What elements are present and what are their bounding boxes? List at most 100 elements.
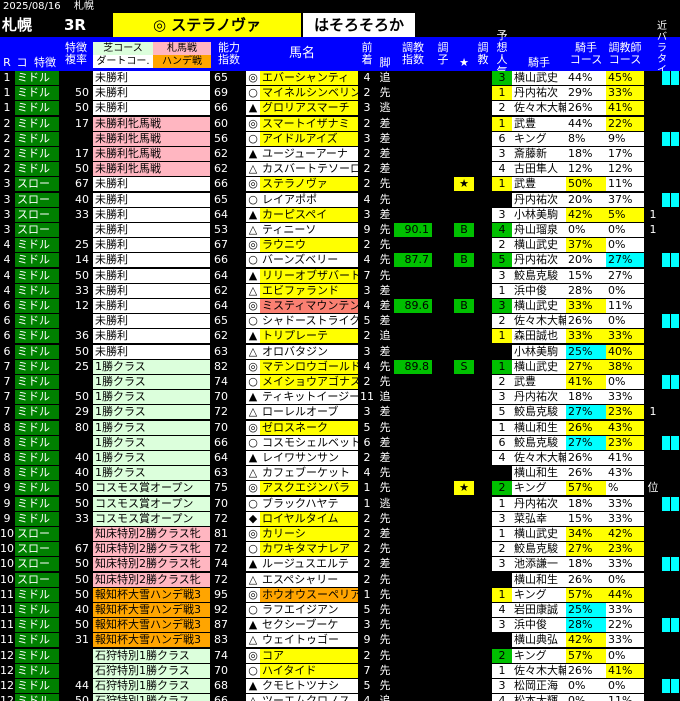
table-row[interactable]: 8 ミドル 40 1勝クラス 63 △ カフェブーケット 4 先 横山和生 26% 43% bbox=[0, 466, 680, 481]
cell-horse-name[interactable]: ハイタイド bbox=[260, 663, 358, 678]
cell-horse-name[interactable]: マイネルシンベリン bbox=[260, 86, 358, 101]
cell-horse-name[interactable]: ゼロスネーク bbox=[260, 420, 358, 435]
table-row[interactable]: 12 ミドル 44 石狩特別1勝クラス 68 ▲ クモヒトツナシ 5 先 3 松岡正海 0% 0% bbox=[0, 679, 680, 694]
cell-horse-name[interactable]: トリプレーテ bbox=[260, 329, 358, 344]
cell-horse-name[interactable]: ツーエムクロノス bbox=[260, 694, 358, 701]
cell-horse-name[interactable]: コア bbox=[260, 648, 358, 663]
cell-jockey[interactable]: 森田誠也 bbox=[512, 329, 566, 344]
cell-horse-name[interactable]: メイショウアゴナス bbox=[260, 375, 358, 389]
cell-horse-name[interactable]: コスモシェルベット bbox=[260, 435, 358, 450]
cell-jockey[interactable]: 横山和生 bbox=[512, 572, 566, 587]
cell-jockey[interactable]: 池添謙一 bbox=[512, 557, 566, 572]
cell-horse-name[interactable]: ラウニウ bbox=[260, 238, 358, 253]
cell-jockey[interactable]: 松岡正海 bbox=[512, 679, 566, 693]
cell-horse-name[interactable]: セクシーブーケ bbox=[260, 618, 358, 633]
cell-jockey[interactable]: 浜中俊 bbox=[512, 283, 566, 298]
table-row[interactable]: 10 スロー 50 知床特別2勝クラス牝 72 △ エスペシャリー 2 先 横山和生 26% 0% bbox=[0, 572, 680, 588]
table-row[interactable]: 7 ミドル 50 1勝クラス 70 ▲ ティキットイージー 11 追 3 丹内祐次 18% 33% bbox=[0, 390, 680, 405]
cell-horse-name[interactable]: ステラノヴァ bbox=[260, 177, 358, 192]
cell-horse-name[interactable]: カフェブーケット bbox=[260, 466, 358, 481]
cell-jockey[interactable]: キング bbox=[512, 587, 566, 602]
table-row[interactable]: 7 ミドル 29 1勝クラス 72 △ ローレルオーブ 3 差 5 鮫島克駿 27% 23% 1 bbox=[0, 405, 680, 420]
cell-horse-name[interactable]: リリーオブザバート bbox=[260, 268, 358, 283]
cell-jockey[interactable]: 佐々木大輔 bbox=[512, 451, 566, 465]
table-row[interactable]: 3 スロー 未勝利 53 △ ティニーソ 9 先 90.1 B 4 舟山瑠泉 0% 0% 1 bbox=[0, 223, 680, 238]
cell-jockey[interactable]: 横山和生 bbox=[512, 420, 566, 435]
table-row[interactable]: 11 ミドル 31 報知杯大雪ハンデ戦3 83 △ ウェイトゥゴー 9 先 横山典弘 42% 33% bbox=[0, 633, 680, 648]
cell-horse-name[interactable]: アスクエジンバラ bbox=[260, 481, 358, 496]
table-row[interactable]: 1 ミドル 50 未勝利 69 ○ マイネルシンベリン 2 先 1 丹内祐次 29% 33% bbox=[0, 86, 680, 101]
cell-horse-name[interactable]: マテンロウゴールド bbox=[260, 359, 358, 374]
cell-jockey[interactable]: 丹内祐次 bbox=[512, 86, 566, 101]
table-row[interactable]: 6 ミドル 12 未勝利 64 ◎ ミスティマウンテン 4 差 89.6 B 3 横山武史 33% 11% bbox=[0, 299, 680, 314]
cell-horse-name[interactable]: ティキットイージー bbox=[260, 390, 358, 405]
table-row[interactable]: 4 ミドル 14 未勝利 66 ○ バーンズベリー 4 先 87.7 B 5 丹内祐次 20% 27% bbox=[0, 253, 680, 268]
cell-jockey[interactable]: 丹内祐次 bbox=[512, 192, 566, 207]
cell-horse-name[interactable]: ルージュスエルテ bbox=[260, 557, 358, 572]
cell-jockey[interactable]: 武豊 bbox=[512, 375, 566, 389]
cell-jockey[interactable]: 鮫島克駿 bbox=[512, 268, 566, 283]
cell-jockey[interactable]: 斎藤新 bbox=[512, 147, 566, 161]
cell-horse-name[interactable]: シャドーストライク bbox=[260, 314, 358, 329]
table-row[interactable]: 10 スロー 50 知床特別2勝クラス牝 74 ▲ ルージュスエルテ 2 差 3 池添謙一 18% 33… bbox=[0, 557, 680, 572]
table-row[interactable]: 9 ミドル 50 コスモス賞オープン 70 ○ ブラックハヤテ 1 逃 1 丹内祐次 18% 33% bbox=[0, 496, 680, 512]
cell-jockey[interactable]: 丹内祐次 bbox=[512, 496, 566, 511]
cell-jockey[interactable]: 佐々木大輔 bbox=[512, 663, 566, 678]
table-row[interactable]: 2 ミドル 50 未勝利牝馬戦 62 △ カスバートテソーロ 2 差 4 古田隼人 12% 12% bbox=[0, 162, 680, 177]
cell-horse-name[interactable]: ラフエイジアン bbox=[260, 603, 358, 617]
cell-jockey[interactable]: 武豊 bbox=[512, 116, 566, 131]
cell-jockey[interactable]: 菜弘幸 bbox=[512, 511, 566, 526]
table-row[interactable]: 7 ミドル 1勝クラス 74 ○ メイショウアゴナス 2 先 2 武豊 41% 0% bbox=[0, 375, 680, 390]
cell-jockey[interactable]: キング bbox=[512, 131, 566, 146]
table-row[interactable]: 8 ミドル 80 1勝クラス 70 ◎ ゼロスネーク 5 先 1 横山和生 26% 43% bbox=[0, 420, 680, 436]
cell-horse-name[interactable]: オロバタジン bbox=[260, 344, 358, 359]
table-row[interactable]: 8 ミドル 1勝クラス 66 ○ コスモシェルベット 6 差 6 鮫島克駿 27% 23% bbox=[0, 435, 680, 451]
cell-jockey[interactable]: 横山典弘 bbox=[512, 633, 566, 648]
table-row[interactable]: 4 ミドル 33 未勝利 62 △ エビファランド 3 差 1 浜中俊 28% 0% bbox=[0, 283, 680, 299]
table-row[interactable]: 6 ミドル 未勝利 65 ○ シャドーストライク 5 差 2 佐々木大輔 26% 0% bbox=[0, 314, 680, 329]
table-row[interactable]: 11 ミドル 50 報知杯大雪ハンデ戦3 95 ◎ ホウオウスーペリア 1 先 1 キング 57% 44… bbox=[0, 587, 680, 603]
table-row[interactable]: 4 ミドル 50 未勝利 64 ▲ リリーオブザバート 7 先 3 鮫島克駿 15% 27% bbox=[0, 268, 680, 284]
cell-horse-name[interactable]: エスペシャリー bbox=[260, 572, 358, 587]
cell-jockey[interactable]: 横山武史 bbox=[512, 238, 566, 253]
table-row[interactable]: 11 ミドル 40 報知杯大雪ハンデ戦3 92 ○ ラフエイジアン 5 先 4 岩田康誠 25% 33% bbox=[0, 603, 680, 618]
table-row[interactable]: 3 スロー 67 未勝利 66 ◎ ステラノヴァ 2 先 ★ 1 武豊 50% 11% bbox=[0, 177, 680, 192]
cell-jockey[interactable]: 丹内祐次 bbox=[512, 390, 566, 405]
cell-horse-name[interactable]: ミスティマウンテン bbox=[260, 299, 358, 313]
cell-horse-name[interactable]: エビファランド bbox=[260, 283, 358, 298]
cell-jockey[interactable]: 横山武史 bbox=[512, 71, 566, 85]
cell-jockey[interactable]: 佐々木大輔 bbox=[512, 314, 566, 329]
cell-horse-name[interactable]: アイドルアイズ bbox=[260, 131, 358, 146]
cell-horse-name[interactable]: ホウオウスーペリア bbox=[260, 587, 358, 602]
cell-horse-name[interactable]: エバーシャンティ bbox=[260, 71, 358, 85]
table-row[interactable]: 9 ミドル 50 コスモス賞オープン 75 ◎ アスクエジンバラ 1 先 ★ 2 キング 57%% 位 bbox=[0, 481, 680, 496]
cell-jockey[interactable]: 武豊 bbox=[512, 177, 566, 192]
table-row[interactable]: 12 ミドル 石狩特別1勝クラス 70 ○ ハイタイド 7 先 1 佐々木大輔 26% 41% bbox=[0, 663, 680, 679]
cell-horse-name[interactable]: ブラックハヤテ bbox=[260, 496, 358, 511]
cell-horse-name[interactable]: カスバートテソーロ bbox=[260, 162, 358, 177]
cell-horse-name[interactable]: ユージューアーナ bbox=[260, 147, 358, 161]
cell-jockey[interactable]: キング bbox=[512, 648, 566, 663]
cell-jockey[interactable]: 小林美駒 bbox=[512, 344, 566, 359]
table-row[interactable]: 10 スロー 67 知床特別2勝クラス牝 72 ○ カワキタマナレア 2 先 2 鮫島克駿 27% 23… bbox=[0, 542, 680, 557]
cell-horse-name[interactable]: ティニーソ bbox=[260, 223, 358, 237]
cell-jockey[interactable]: 鮫島克駿 bbox=[512, 435, 566, 450]
table-row[interactable]: 6 ミドル 50 未勝利 63 △ オロバタジン 3 差 小林美駒 25% 40% bbox=[0, 344, 680, 360]
cell-jockey[interactable]: 横山武史 bbox=[512, 359, 566, 374]
cell-jockey[interactable]: 岩田康誠 bbox=[512, 603, 566, 617]
cell-jockey[interactable]: 舟山瑠泉 bbox=[512, 223, 566, 237]
table-row[interactable]: 11 ミドル 50 報知杯大雪ハンデ戦3 87 ▲ セクシーブーケ 3 先 3 浜中俊 28% 22% bbox=[0, 618, 680, 633]
cell-horse-name[interactable]: カリーシ bbox=[260, 527, 358, 541]
cell-jockey[interactable]: 佐々木大輔 bbox=[512, 101, 566, 116]
table-row[interactable]: 12 ミドル 50 石狩特別1勝クラス 66 △ ツーエムクロノス 4 追 4 松本大輝 0% 11% bbox=[0, 694, 680, 701]
cell-horse-name[interactable]: バーンズベリー bbox=[260, 253, 358, 268]
featured-horse[interactable]: ◎ ステラノヴァ bbox=[113, 13, 301, 37]
cell-horse-name[interactable]: スマートイザナミ bbox=[260, 116, 358, 131]
cell-jockey[interactable]: 古田隼人 bbox=[512, 162, 566, 177]
cell-horse-name[interactable]: クモヒトツナシ bbox=[260, 679, 358, 693]
table-row[interactable]: 3 スロー 33 未勝利 64 ▲ カーピスペイ 3 差 3 小林美駒 42% 5% 1 bbox=[0, 207, 680, 223]
cell-jockey[interactable]: 小林美駒 bbox=[512, 207, 566, 222]
table-row[interactable]: 6 ミドル 36 未勝利 62 ▲ トリプレーテ 2 追 1 森田誠也 33% 33% bbox=[0, 329, 680, 344]
cell-horse-name[interactable]: カーピスペイ bbox=[260, 207, 358, 222]
cell-jockey[interactable]: 横山武史 bbox=[512, 299, 566, 313]
